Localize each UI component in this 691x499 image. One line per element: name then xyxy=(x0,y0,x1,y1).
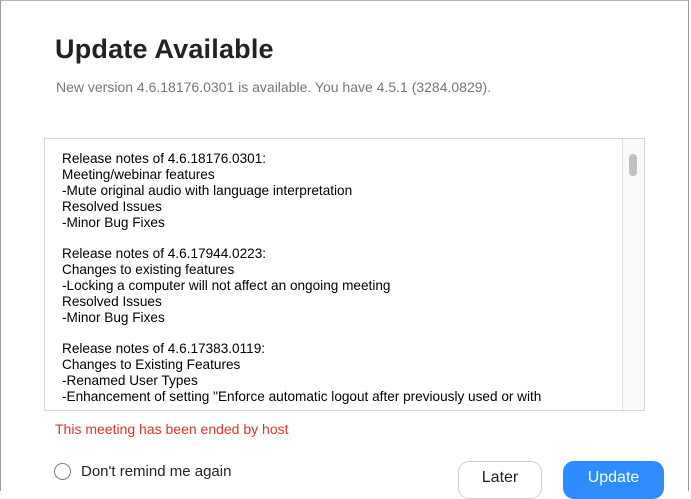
release-notes-block: Release notes of 4.6.17383.0119: Changes… xyxy=(62,341,616,405)
dont-remind-option[interactable]: Don't remind me again xyxy=(54,463,231,480)
notes-line: Changes to existing features xyxy=(62,262,235,277)
dialog-title: Update Available xyxy=(55,34,274,64)
notes-line: Release notes of 4.6.17383.0119: xyxy=(62,341,266,356)
notes-line: Meeting/webinar features xyxy=(62,167,215,182)
dont-remind-radio[interactable] xyxy=(54,463,71,480)
release-notes-content: Release notes of 4.6.18176.0301: Meeting… xyxy=(62,151,616,410)
notes-scrollbar[interactable] xyxy=(622,139,644,410)
notes-line: -Enhancement of setting "Enforce automat… xyxy=(62,389,542,404)
notes-line: -Locking a computer will not affect an o… xyxy=(62,278,391,293)
notes-line: -Renamed User Types xyxy=(62,373,198,388)
later-button[interactable]: Later xyxy=(458,461,542,499)
meeting-ended-message: This meeting has been ended by host xyxy=(55,421,289,437)
update-dialog: Update Available New version 4.6.18176.0… xyxy=(0,0,689,499)
notes-line: Resolved Issues xyxy=(62,294,162,309)
notes-line: -Mute original audio with language inter… xyxy=(62,183,353,198)
dont-remind-label[interactable]: Don't remind me again xyxy=(81,463,231,480)
release-notes-box[interactable]: Release notes of 4.6.18176.0301: Meeting… xyxy=(44,138,645,411)
notes-line: -Minor Bug Fixes xyxy=(62,215,165,230)
notes-scrollbar-thumb[interactable] xyxy=(629,154,637,176)
update-button[interactable]: Update xyxy=(563,461,664,499)
notes-line: Release notes of 4.6.17944.0223: xyxy=(62,246,267,261)
notes-line: Release notes of 4.6.18176.0301: xyxy=(62,151,267,166)
release-notes-block: Release notes of 4.6.18176.0301: Meeting… xyxy=(62,151,616,231)
notes-line: -Minor Bug Fixes xyxy=(62,310,165,325)
notes-line: Changes to Existing Features xyxy=(62,357,241,372)
notes-line: Resolved Issues xyxy=(62,199,162,214)
version-subtitle: New version 4.6.18176.0301 is available.… xyxy=(56,79,492,95)
release-notes-block: Release notes of 4.6.17944.0223: Changes… xyxy=(62,246,616,326)
